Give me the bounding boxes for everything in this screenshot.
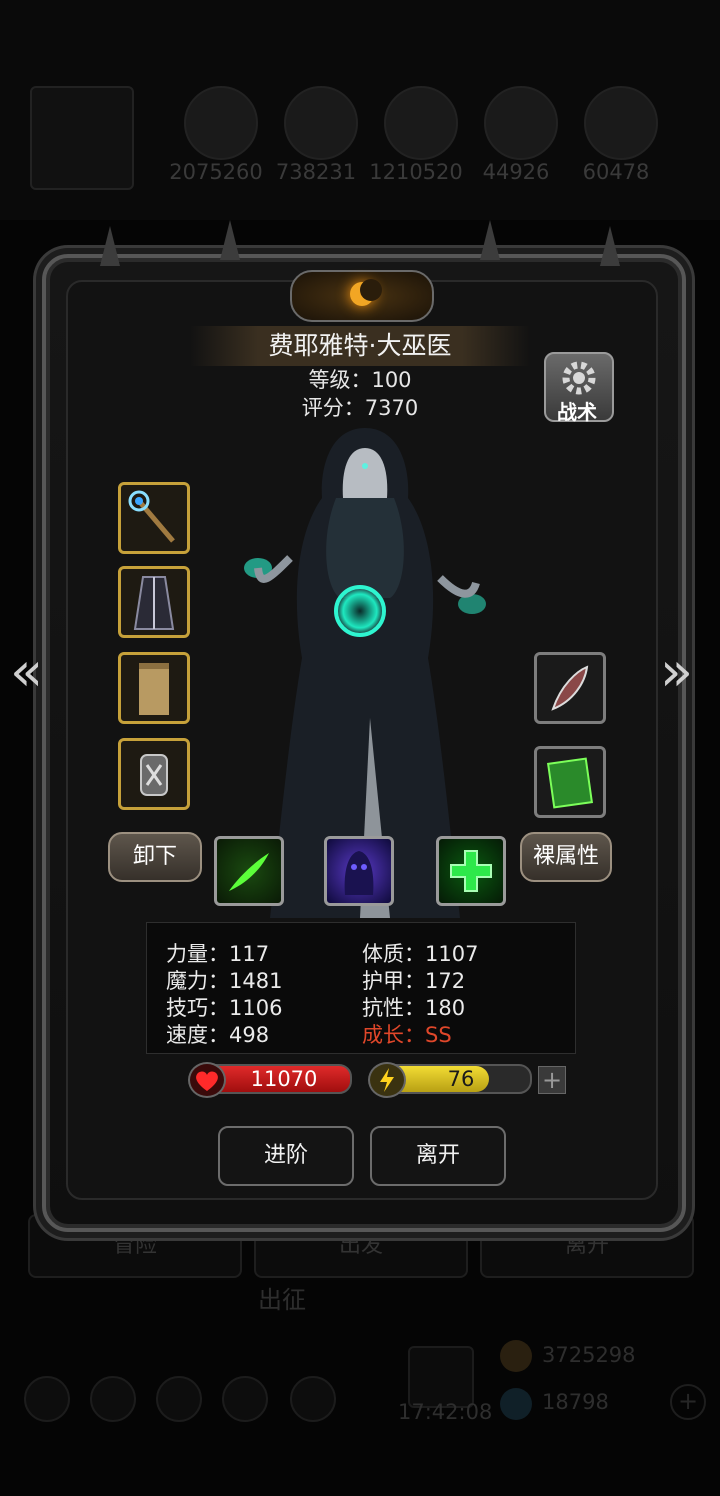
heart-icon [196, 1071, 218, 1091]
tactics-label: 战术 [557, 400, 597, 424]
stat-resistance: 抗性：180 [362, 996, 466, 1020]
skill-slot-1[interactable] [214, 836, 284, 906]
frame-spike-decoration [220, 220, 240, 260]
armguard-icon [140, 754, 168, 796]
hero-name: 费耶雅特·大巫医 [268, 331, 452, 360]
frame-spike-decoration [600, 226, 620, 266]
card-icon [546, 757, 594, 809]
skill-slot-2[interactable] [324, 836, 394, 906]
crescent-moon-shadow [360, 279, 382, 301]
robe-icon [133, 576, 175, 630]
stat-skill: 技巧：1106 [166, 996, 283, 1020]
expedition-label: 出征 [258, 1286, 306, 1314]
stat-constitution: 体质：1107 [362, 942, 479, 966]
advance-button[interactable]: 进阶 [218, 1126, 354, 1186]
menu-icon[interactable] [222, 1376, 268, 1422]
stat-magic: 魔力：1481 [166, 969, 283, 993]
equip-slot-feather[interactable] [534, 652, 606, 724]
energy-value: 76 [447, 1067, 475, 1091]
stat-speed: 速度：498 [166, 1023, 270, 1047]
gold-bar-resource-icon [284, 86, 358, 160]
resource-value: 2075260 [169, 160, 263, 184]
resource-value: 738231 [275, 160, 357, 184]
gold-coin-icon [500, 1340, 532, 1372]
menu-icon[interactable] [290, 1376, 336, 1422]
gold-amount: 3725298 [542, 1343, 636, 1367]
frame-spike-decoration [100, 226, 120, 266]
equip-slot-accessory[interactable] [118, 652, 190, 724]
stat-growth: 成长：SS [362, 1023, 452, 1047]
gem-icon [500, 1388, 532, 1420]
add-gem-icon[interactable]: + [670, 1384, 706, 1420]
resource-value: 60478 [582, 160, 650, 184]
hero-level: 等级：100 [308, 368, 412, 392]
hp-value: 11070 [250, 1067, 318, 1091]
gem-amount: 18798 [542, 1390, 609, 1414]
feather-icon [551, 665, 589, 711]
green-bolt-icon [229, 853, 269, 891]
next-hero-arrow-icon[interactable]: » [660, 640, 693, 703]
equip-slot-weapon[interactable] [118, 482, 190, 554]
crystal-resource-icon [484, 86, 558, 160]
menu-icon[interactable] [24, 1376, 70, 1422]
add-energy-icon[interactable]: + [538, 1066, 566, 1094]
clock-text: 17:42:08 [398, 1400, 493, 1424]
unequip-button[interactable]: 卸下 [108, 832, 202, 882]
iron-resource-icon [384, 86, 458, 160]
scroll-icon [139, 663, 169, 715]
stone-resource-icon [584, 86, 658, 160]
gift-box-icon[interactable] [408, 1346, 474, 1408]
shadow-spirit-icon [344, 851, 374, 895]
previous-hero-arrow-icon[interactable]: « [10, 640, 43, 703]
resource-value: 1210520 [369, 160, 463, 184]
lightning-icon [380, 1068, 394, 1092]
heal-cross-icon [450, 850, 492, 892]
frame-spike-decoration [480, 220, 500, 260]
player-portrait[interactable] [30, 86, 134, 190]
hero-score: 评分：7370 [301, 396, 419, 420]
staff-icon [128, 490, 175, 543]
stat-strength: 力量：117 [166, 942, 270, 966]
equip-slot-armor[interactable] [118, 566, 190, 638]
menu-icon[interactable] [90, 1376, 136, 1422]
equip-slot-card[interactable] [534, 746, 606, 818]
leave-button[interactable]: 离开 [370, 1126, 506, 1186]
menu-icon[interactable] [156, 1376, 202, 1422]
stat-armor: 护甲：172 [362, 969, 466, 993]
skill-slot-3[interactable] [436, 836, 506, 906]
wood-resource-icon [184, 86, 258, 160]
resource-value: 44926 [482, 160, 550, 184]
equip-slot-bracer[interactable] [118, 738, 190, 810]
base-attributes-button[interactable]: 裸属性 [520, 832, 612, 882]
